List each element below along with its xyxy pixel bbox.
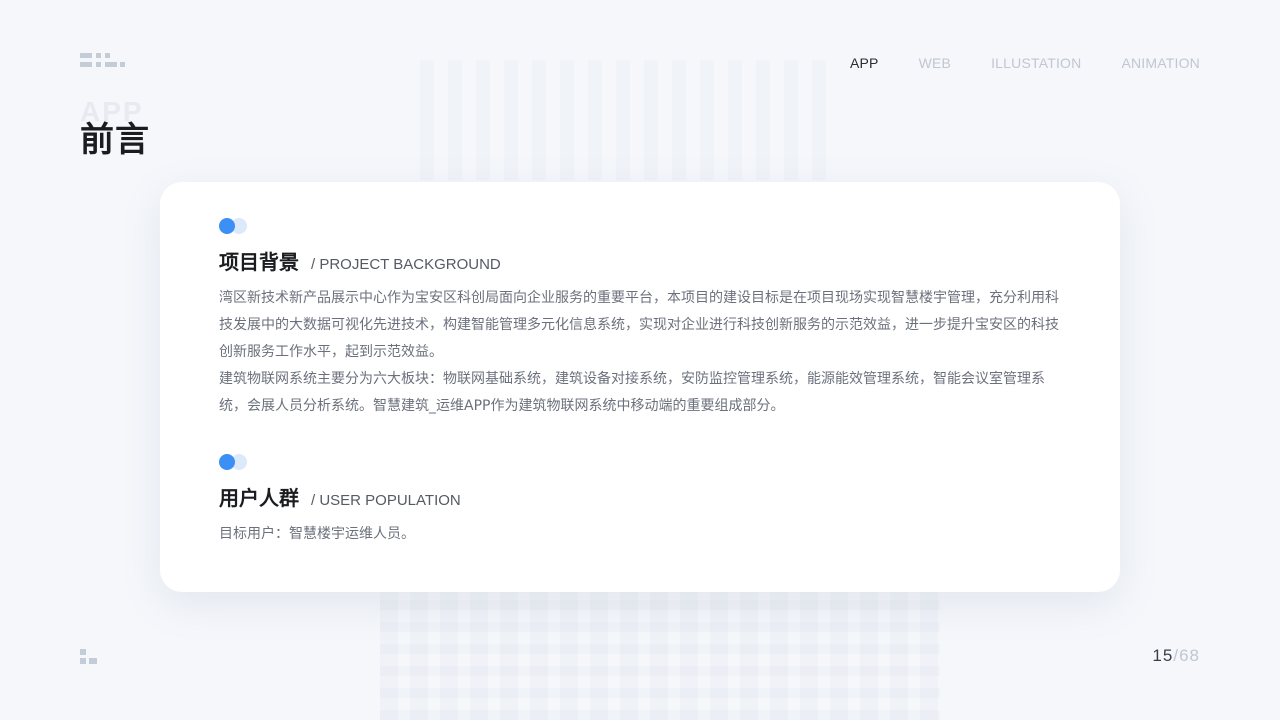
background-building-top-image — [420, 60, 840, 180]
content-card: 项目背景 / PROJECT BACKGROUND 湾区新技术新产品展示中心作为… — [160, 182, 1120, 592]
section-project-background: 项目背景 / PROJECT BACKGROUND 湾区新技术新产品展示中心作为… — [219, 218, 1059, 420]
page-current: 15 — [1152, 646, 1174, 665]
nav-item-illustation[interactable]: ILLUSTATION — [991, 55, 1081, 71]
page-title: 前言 — [80, 120, 150, 160]
section-heading: 项目背景 / PROJECT BACKGROUND — [219, 246, 1059, 275]
nav-item-app[interactable]: APP — [850, 55, 879, 71]
section-user-population: 用户人群 / USER POPULATION 目标用户：智慧楼宇运维人员。 — [219, 454, 1059, 548]
dot-pair-icon — [219, 218, 249, 234]
section-subtitle: / USER POPULATION — [311, 492, 461, 509]
section-title: 用户人群 — [219, 486, 299, 510]
dot-pair-icon — [219, 454, 249, 470]
page-total: 68 — [1179, 646, 1200, 665]
page-counter: 15/68 — [1152, 646, 1200, 666]
section-heading: 用户人群 / USER POPULATION — [219, 482, 1059, 511]
brand-small-logo-icon — [80, 649, 98, 667]
paragraph: 目标用户：智慧楼宇运维人员。 — [219, 526, 415, 542]
section-title: 项目背景 — [219, 250, 299, 274]
nav-item-web[interactable]: WEB — [919, 55, 952, 71]
top-nav: APP WEB ILLUSTATION ANIMATION — [850, 55, 1200, 71]
nav-item-animation[interactable]: ANIMATION — [1121, 55, 1200, 71]
paragraph: 建筑物联网系统主要分为六大板块：物联网基础系统，建筑设备对接系统，安防监控管理系… — [219, 371, 1045, 414]
paragraph: 湾区新技术新产品展示中心作为宝安区科创局面向企业服务的重要平台，本项目的建设目标… — [219, 290, 1059, 360]
section-subtitle: / PROJECT BACKGROUND — [311, 256, 501, 273]
brand-grid-logo-icon — [80, 53, 128, 73]
